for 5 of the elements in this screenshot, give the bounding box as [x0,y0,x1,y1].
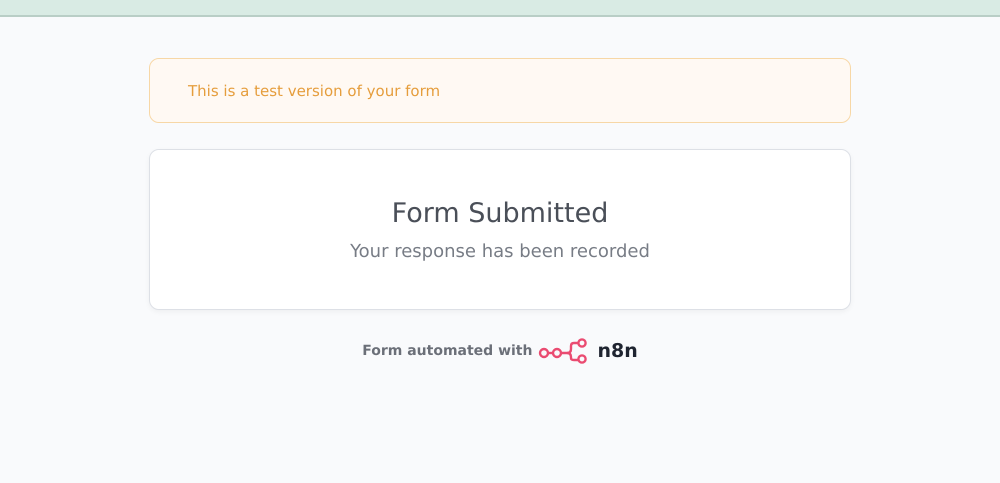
card-message: Your response has been recorded [350,240,650,262]
brand-link[interactable]: n8n [538,338,638,364]
card-title: Form Submitted [392,198,608,228]
footer-text: Form automated with [362,343,532,359]
banner-text: This is a test version of your form [188,82,440,100]
